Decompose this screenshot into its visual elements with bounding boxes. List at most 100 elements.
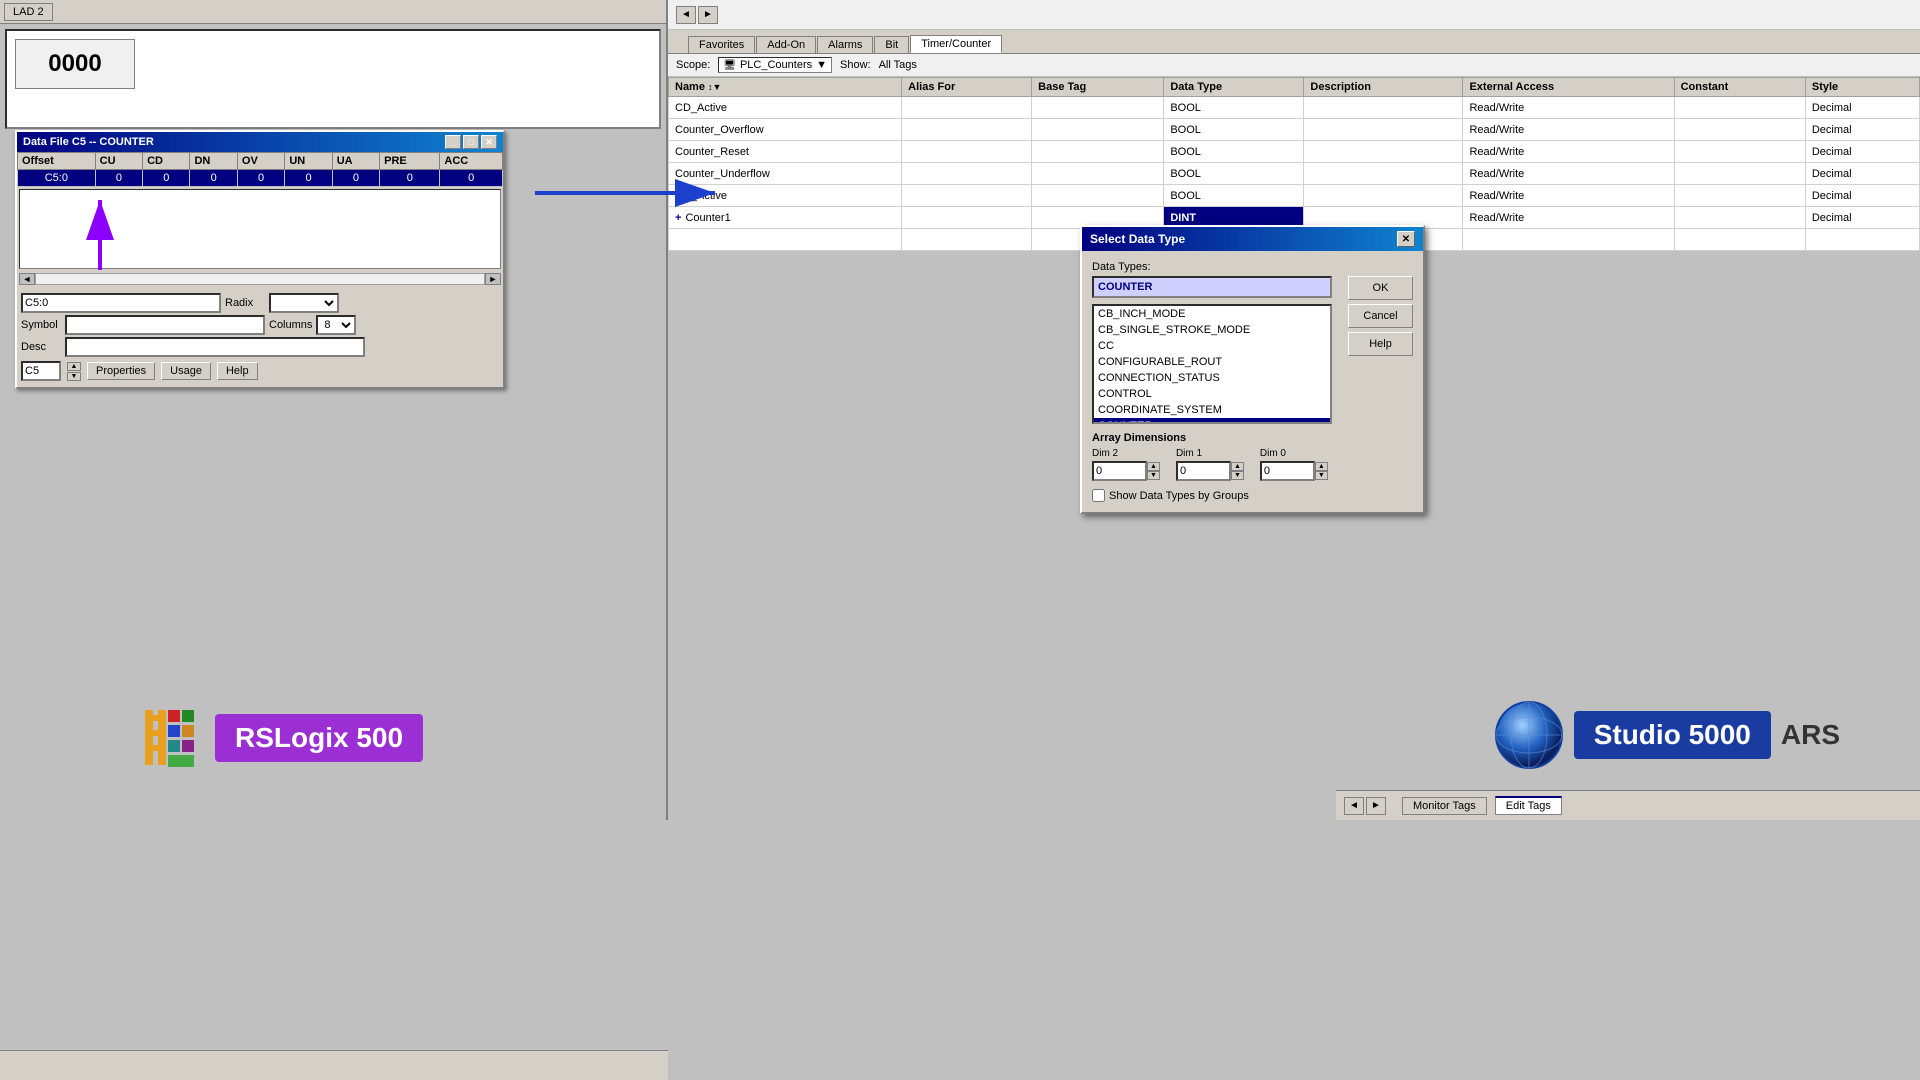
usage-button[interactable]: Usage [161, 362, 211, 380]
th-constant: Constant [1674, 78, 1805, 97]
cell-alias [902, 163, 1032, 185]
cell-datatype: BOOL [1164, 119, 1304, 141]
cell-name: Counter_Overflow [669, 119, 902, 141]
cell-offset: C5:0 [18, 170, 96, 187]
scroll-right[interactable]: ► [485, 273, 501, 285]
cell-datatype: BOOL [1164, 163, 1304, 185]
scroll-left[interactable]: ◄ [19, 273, 35, 285]
close-button[interactable]: ✕ [481, 135, 497, 149]
table-row[interactable]: Counter_Underflow BOOL Read/Write Decima… [669, 163, 1920, 185]
bottom-nav-forward[interactable]: ► [1366, 797, 1386, 815]
tab-bar: Favorites Add-On Alarms Bit Timer/Counte… [668, 30, 1920, 54]
dim2-input[interactable]: 0 [1092, 461, 1147, 481]
left-status-bar [0, 1050, 668, 1080]
list-item-counter[interactable]: COUNTER [1094, 418, 1330, 422]
col-ua: UA [332, 153, 379, 170]
list-item-cb-single[interactable]: CB_SINGLE_STROKE_MODE [1094, 322, 1330, 338]
symbol-input[interactable] [65, 315, 265, 335]
dim1-down[interactable]: ▼ [1231, 471, 1244, 480]
left-panel: LAD 2 0000 Data File C5 -- COUNTER _ □ ✕… [0, 0, 668, 820]
columns-select[interactable]: 8 [316, 315, 356, 335]
dim0-input[interactable]: 0 [1260, 461, 1315, 481]
ladder-view: 0000 [5, 29, 661, 129]
edit-tags-tab[interactable]: Edit Tags [1495, 796, 1562, 815]
studio-icon [1494, 700, 1564, 770]
minimize-button[interactable]: _ [445, 135, 461, 149]
data-type-list[interactable]: CB_INCH_MODE CB_SINGLE_STROKE_MODE CC CO… [1094, 306, 1330, 422]
dialog-title: Select Data Type [1090, 232, 1185, 246]
table-row[interactable]: CD_Active BOOL Read/Write Decimal [669, 97, 1920, 119]
cs-up[interactable]: ▲ [67, 362, 81, 371]
list-item-cc[interactable]: CC [1094, 338, 1330, 354]
studio-logo: Studio 5000 ARS [1494, 700, 1840, 770]
cell-pre: 0 [380, 170, 440, 187]
table-row[interactable]: Counter_Reset BOOL Read/Write Decimal [669, 141, 1920, 163]
tab-addon[interactable]: Add-On [756, 36, 816, 53]
address-input[interactable] [21, 293, 221, 313]
tab-timer-counter[interactable]: Timer/Counter [910, 35, 1002, 53]
table-row[interactable]: CU_Active BOOL Read/Write Decimal [669, 185, 1920, 207]
cs-down[interactable]: ▼ [67, 372, 81, 381]
dim1-input[interactable]: 0 [1176, 461, 1231, 481]
cell-alias-counter1 [902, 207, 1032, 229]
col-ov: OV [237, 153, 284, 170]
help-button-datafile[interactable]: Help [217, 362, 258, 380]
show-groups-row: Show Data Types by Groups [1092, 489, 1413, 502]
cell-const [1674, 141, 1805, 163]
data-file-window: Data File C5 -- COUNTER _ □ ✕ Offset CU … [15, 130, 505, 389]
help-button-dialog[interactable]: Help [1348, 332, 1413, 356]
list-item-control[interactable]: CONTROL [1094, 386, 1330, 402]
nav-forward[interactable]: ► [698, 6, 718, 24]
col-cu: CU [95, 153, 142, 170]
cell-style: Decimal [1805, 141, 1919, 163]
ok-button[interactable]: OK [1348, 276, 1413, 300]
col-dn: DN [190, 153, 237, 170]
data-file-titlebar: Data File C5 -- COUNTER _ □ ✕ [17, 132, 503, 152]
data-type-list-container: CB_INCH_MODE CB_SINGLE_STROKE_MODE CC CO… [1092, 304, 1332, 424]
cell-style-counter1: Decimal [1805, 207, 1919, 229]
data-file-footer: Radix Symbol Columns 8 Desc ▲ [17, 287, 503, 387]
list-item-cb-inch[interactable]: CB_INCH_MODE [1094, 306, 1330, 322]
cell-access: Read/Write [1463, 97, 1674, 119]
list-item-coordinate[interactable]: COORDINATE_SYSTEM [1094, 402, 1330, 418]
dim0-up[interactable]: ▲ [1315, 462, 1328, 471]
nav-back[interactable]: ◄ [676, 6, 696, 24]
tab-bit[interactable]: Bit [874, 36, 909, 53]
table-row[interactable]: C5:0 0 0 0 0 0 0 0 0 [18, 170, 503, 187]
table-row[interactable]: Counter_Overflow BOOL Read/Write Decimal [669, 119, 1920, 141]
cancel-button[interactable]: Cancel [1348, 304, 1413, 328]
show-groups-checkbox[interactable] [1092, 489, 1105, 502]
cs-input[interactable] [21, 361, 61, 381]
dialog-close-button[interactable]: ✕ [1397, 231, 1415, 247]
cell-cd: 0 [143, 170, 190, 187]
properties-button[interactable]: Properties [87, 362, 155, 380]
dim2-down[interactable]: ▼ [1147, 471, 1160, 480]
list-item-configurable[interactable]: CONFIGURABLE_ROUT [1094, 354, 1330, 370]
dim2-group: Dim 2 0 ▲ ▼ [1092, 448, 1160, 481]
rung-value: 0000 [15, 39, 135, 89]
cell-name: Counter_Reset [669, 141, 902, 163]
scope-select[interactable]: 🖥 PLC_Counters ▼ [718, 57, 832, 73]
dim1-up[interactable]: ▲ [1231, 462, 1244, 471]
bottom-nav-back[interactable]: ◄ [1344, 797, 1364, 815]
lad-tab[interactable]: LAD 2 [4, 3, 53, 21]
show-groups-label: Show Data Types by Groups [1109, 490, 1249, 502]
dim2-up[interactable]: ▲ [1147, 462, 1160, 471]
monitor-tags-tab[interactable]: Monitor Tags [1402, 797, 1487, 815]
cell-desc [1304, 97, 1463, 119]
desc-input[interactable] [65, 337, 365, 357]
bottom-bar: ◄ ► Monitor Tags Edit Tags [1336, 790, 1920, 820]
cell-alias [902, 119, 1032, 141]
maximize-button[interactable]: □ [463, 135, 479, 149]
data-type-input[interactable] [1092, 276, 1332, 298]
dim0-down[interactable]: ▼ [1315, 471, 1328, 480]
tab-favorites[interactable]: Favorites [688, 36, 755, 53]
list-item-connection[interactable]: CONNECTION_STATUS [1094, 370, 1330, 386]
tab-alarms[interactable]: Alarms [817, 36, 873, 53]
array-dimensions-section: Array Dimensions Dim 2 0 ▲ ▼ Dim 1 [1092, 432, 1413, 481]
cell-const [1674, 185, 1805, 207]
radix-select[interactable] [269, 293, 339, 313]
col-un: UN [285, 153, 332, 170]
cell-empty [669, 229, 902, 251]
cell-desc [1304, 163, 1463, 185]
